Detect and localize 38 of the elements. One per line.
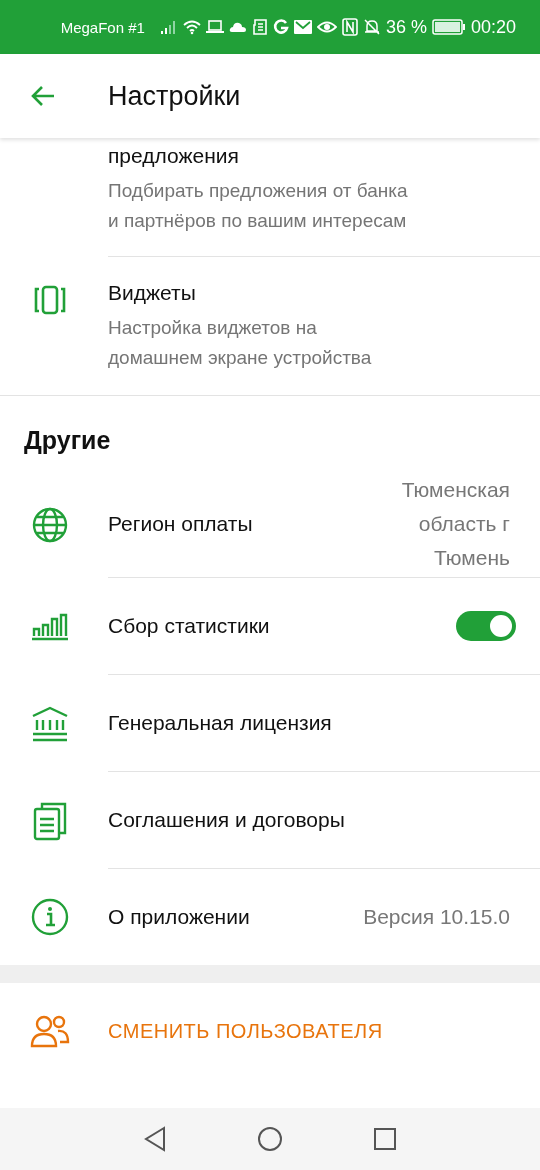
home-nav-icon[interactable] <box>257 1126 283 1152</box>
bar-chart-icon <box>31 612 69 641</box>
mail-icon <box>293 20 312 34</box>
laptop-icon <box>205 20 224 34</box>
setting-description: Настройка виджетов на домашнем экране устройства <box>108 316 373 370</box>
info-icon <box>31 898 69 936</box>
setting-value: Версия 10.15.0 <box>363 904 510 930</box>
setting-title[interactable]: Виджеты <box>108 279 510 307</box>
back-nav-icon[interactable] <box>143 1126 167 1152</box>
section-heading: Другие <box>23 425 112 456</box>
setting-title[interactable]: предложения <box>108 142 510 170</box>
setting-title[interactable]: Генеральная лицензия <box>108 711 332 735</box>
documents-icon <box>33 800 67 841</box>
nfc-icon <box>341 18 358 36</box>
carrier-name: MegaFon #1 <box>60 18 145 36</box>
wifi-icon <box>182 19 201 35</box>
setting-title[interactable]: Соглашения и договоры <box>108 808 345 832</box>
setting-title[interactable]: Регион оплаты <box>108 512 253 536</box>
screen-title: Настройки <box>108 80 241 112</box>
cloud-icon <box>228 21 247 33</box>
setting-title[interactable]: О приложении <box>108 905 250 929</box>
clock-time: 00:20 <box>470 16 516 38</box>
widget-icon <box>33 285 67 315</box>
setting-title[interactable]: Сбор статистики <box>108 614 270 638</box>
news-icon <box>251 19 268 35</box>
battery-percent: 36 % <box>385 16 427 38</box>
battery-icon <box>431 19 466 35</box>
g-logo-icon <box>272 19 289 35</box>
setting-value: Тюменская область г Тюмень <box>400 477 510 571</box>
signal-icon <box>159 19 178 35</box>
recents-nav-icon[interactable] <box>373 1127 397 1151</box>
bell-off-icon <box>362 18 381 36</box>
globe-icon <box>32 506 68 543</box>
bank-icon <box>31 705 69 742</box>
setting-description: Подбирать предложения от банка и партнёров по вашим интересам <box>108 179 408 233</box>
toggle-switch[interactable] <box>456 611 516 641</box>
eye-icon <box>316 19 337 35</box>
users-icon <box>30 1014 70 1048</box>
